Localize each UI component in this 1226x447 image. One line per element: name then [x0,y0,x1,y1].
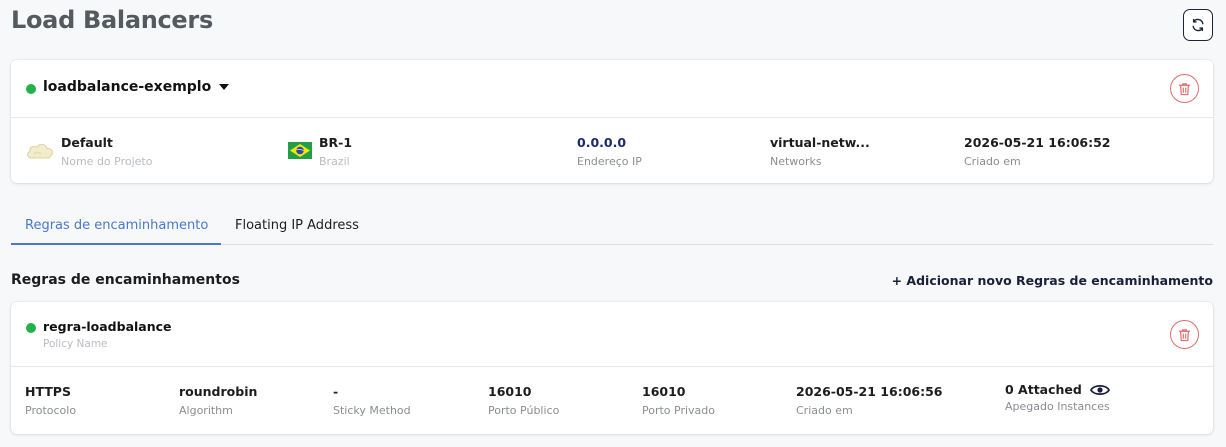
algorithm-label: Algorithm [179,404,233,417]
ip-label: Endereço IP [577,155,642,168]
page-title: Load Balancers [11,6,213,34]
attached-field: 0 Attached Apegado Instances [1005,382,1110,413]
load-balancer-card-header: loadbalance-exemplo [11,60,1213,118]
algorithm-field: roundrobin Algorithm [179,384,257,417]
project-value: Default [61,135,113,150]
protocol-value: HTTPS [25,384,71,399]
eye-icon[interactable] [1089,383,1110,397]
attached-value: 0 Attached [1005,382,1082,397]
sticky-value: - [333,384,339,399]
region-field: BR-1 Brazil [319,135,352,168]
region-label: Brazil [319,155,350,168]
rule-created-field: 2026-05-21 16:06:56 Criado em [796,384,943,417]
rule-created-value: 2026-05-21 16:06:56 [796,384,943,399]
created-value: 2026-05-21 16:06:52 [964,135,1111,150]
status-indicator [26,84,36,94]
private-port-value: 16010 [642,384,686,399]
protocol-label: Protocolo [25,404,77,417]
section-title: Regras de encaminhamentos [11,272,240,288]
protocol-field: HTTPS Protocolo [25,384,76,417]
policy-name-label: Policy Name [43,338,108,350]
network-label: Networks [770,155,822,168]
public-port-label: Porto Público [488,404,560,417]
tab-forwarding-rules[interactable]: Regras de encaminhamento [11,206,221,245]
refresh-button[interactable] [1183,9,1213,41]
network-field: virtual-netw... Networks [770,135,870,168]
created-label: Criado em [964,155,1021,168]
load-balancer-card: loadbalance-exemplo Default Nome do Proj… [11,60,1213,183]
forwarding-rule-card: regra-loadbalance Policy Name HTTPS Prot… [11,302,1213,434]
private-port-field: 16010 Porto Privado [642,384,715,417]
region-value: BR-1 [319,135,353,150]
tab-floating-ip[interactable]: Floating IP Address [235,206,359,245]
attached-label: Apegado Instances [1005,400,1110,413]
delete-rule-button[interactable] [1170,320,1199,349]
policy-name: regra-loadbalance [43,319,172,334]
private-port-label: Porto Privado [642,404,716,417]
public-port-value: 16010 [488,384,532,399]
forwarding-rule-card-header: regra-loadbalance Policy Name [11,302,1213,367]
public-port-field: 16010 Porto Público [488,384,559,417]
ip-field: 0.0.0.0 Endereço IP [577,135,642,168]
add-forwarding-rule-link[interactable]: + Adicionar novo Regras de encaminhament… [892,273,1213,288]
project-field: Default Nome do Projeto [61,135,152,168]
refresh-icon [1192,18,1204,32]
tab-bar: Regras de encaminhamento Floating IP Add… [11,206,1213,245]
load-balancer-selector[interactable]: loadbalance-exemplo [43,79,230,95]
sticky-label: Sticky Method [333,404,411,417]
trash-icon [1178,82,1191,95]
network-value: virtual-netw... [770,135,870,150]
sticky-field: - Sticky Method [333,384,411,417]
load-balancer-name: loadbalance-exemplo [43,79,212,95]
cloud-icon [27,143,53,159]
attached-row: 0 Attached [1005,382,1110,397]
trash-icon [1178,328,1191,341]
ip-value: 0.0.0.0 [577,135,627,150]
created-field: 2026-05-21 16:06:52 Criado em [964,135,1111,168]
status-indicator [26,323,36,333]
brazil-flag-icon [288,142,312,159]
algorithm-value: roundrobin [179,384,258,399]
chevron-down-icon [219,84,230,90]
project-label: Nome do Projeto [61,155,153,168]
rule-created-label: Criado em [796,404,853,417]
delete-load-balancer-button[interactable] [1170,74,1199,103]
